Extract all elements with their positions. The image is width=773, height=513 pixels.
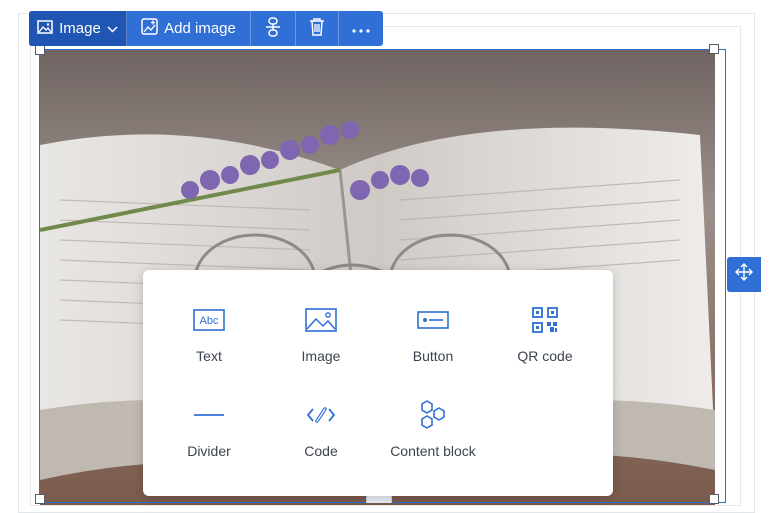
- insert-image-item[interactable]: Image: [265, 300, 377, 364]
- insert-code-item[interactable]: Code: [265, 395, 377, 459]
- image-icon: [305, 300, 337, 340]
- button-icon: [417, 300, 449, 340]
- delete-button[interactable]: [296, 11, 339, 46]
- image-type-dropdown[interactable]: Image: [29, 11, 127, 46]
- add-image-icon: [141, 18, 158, 39]
- insert-content-block-label: Content block: [390, 443, 476, 459]
- qr-code-icon: [531, 300, 559, 340]
- add-image-button[interactable]: Add image: [127, 11, 251, 46]
- link-settings-icon: [265, 16, 281, 41]
- svg-text:Abc: Abc: [200, 315, 219, 327]
- trash-icon: [309, 17, 325, 40]
- insert-text-label: Text: [196, 348, 222, 364]
- image-type-label: Image: [59, 20, 101, 37]
- insert-text-item[interactable]: Abc Text: [153, 300, 265, 364]
- content-block-icon: [418, 395, 448, 435]
- insert-button-label: Button: [412, 348, 454, 364]
- chevron-down-icon: [107, 20, 118, 37]
- insert-content-menu: Abc Text Image Button QR code Divider Co…: [143, 270, 613, 496]
- image-icon: [37, 19, 53, 38]
- insert-button-item[interactable]: Button: [377, 300, 489, 364]
- divider-icon: [193, 395, 225, 435]
- resize-handle-top-right[interactable]: [709, 44, 719, 54]
- insert-image-label: Image: [301, 348, 341, 364]
- link-settings-button[interactable]: [251, 11, 296, 46]
- text-abc-icon: Abc: [193, 300, 225, 340]
- insert-qr-code-item[interactable]: QR code: [489, 300, 601, 364]
- insert-divider-label: Divider: [187, 443, 231, 459]
- insert-qr-code-label: QR code: [517, 348, 573, 364]
- resize-handle-top-left[interactable]: [35, 45, 45, 55]
- move-block-button[interactable]: [727, 257, 761, 292]
- insert-divider-item[interactable]: Divider: [153, 395, 265, 459]
- add-image-label: Add image: [164, 20, 236, 37]
- move-arrows-icon: [735, 263, 753, 286]
- more-options-button[interactable]: [339, 11, 383, 46]
- code-icon: [306, 395, 336, 435]
- more-horizontal-icon: [352, 20, 370, 37]
- insert-content-block-item[interactable]: Content block: [377, 395, 489, 459]
- insert-code-label: Code: [304, 443, 338, 459]
- image-toolbar: Image Add image: [29, 11, 383, 46]
